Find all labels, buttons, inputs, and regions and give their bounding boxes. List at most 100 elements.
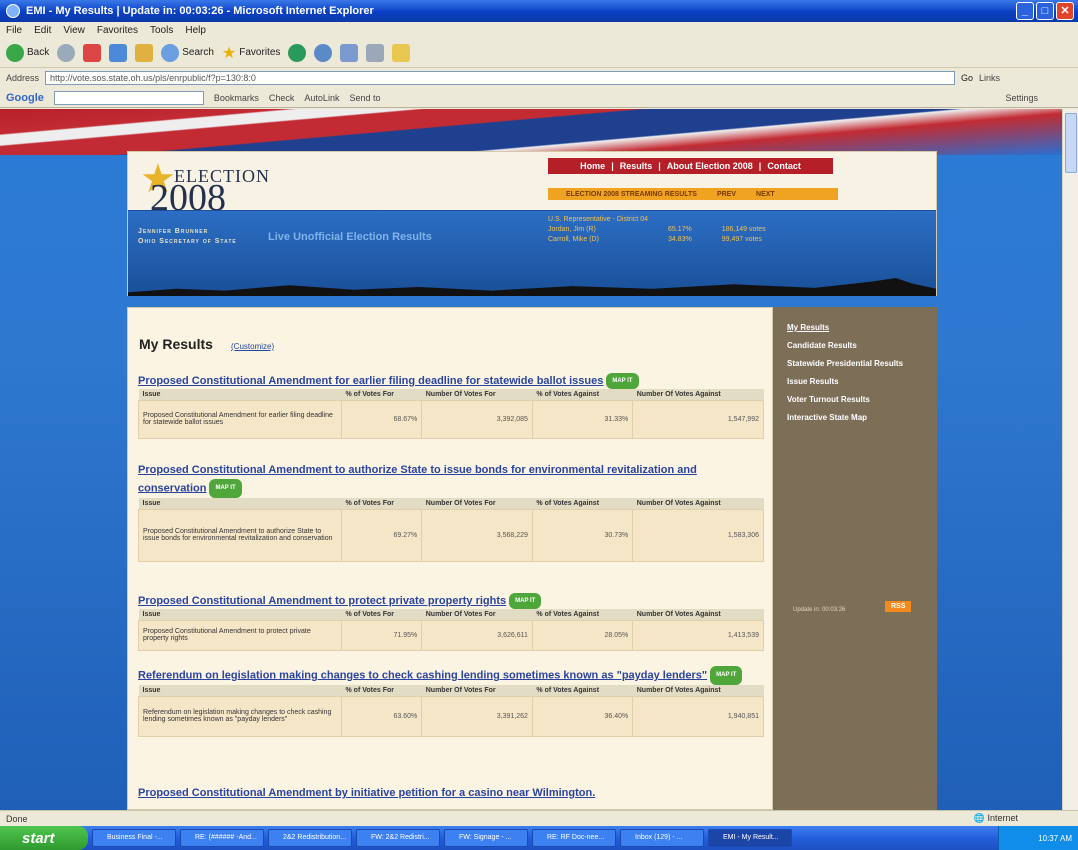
mail-icon xyxy=(340,43,359,62)
sidebar-state-map[interactable]: Interactive State Map xyxy=(773,409,937,427)
home-button[interactable] xyxy=(135,43,154,62)
issue-title-link[interactable]: Proposed Constitutional Amendment by ini… xyxy=(138,787,595,799)
address-input[interactable]: http://vote.sos.state.oh.us/pls/enrpubli… xyxy=(45,71,956,85)
close-button[interactable]: ✕ xyxy=(1056,2,1074,20)
page-title: My Results xyxy=(139,336,213,352)
nav-home[interactable]: Home xyxy=(580,161,605,171)
forward-button[interactable] xyxy=(57,43,76,62)
autolink-button[interactable]: AutoLink xyxy=(304,93,339,103)
history-button[interactable] xyxy=(314,43,333,62)
taskbar-item[interactable]: Inbox (129) - ... xyxy=(620,829,704,847)
sos-name: Jennifer Brunner xyxy=(138,228,209,235)
taskbar-item[interactable]: RE: RF Doc-nee... xyxy=(532,829,616,847)
map-it-button[interactable]: MAP IT xyxy=(606,373,639,389)
map-it-button[interactable]: MAP IT xyxy=(710,666,743,685)
taskbar: start Business Final -... RE: (###### -A… xyxy=(0,826,1078,850)
taskbar-item[interactable]: FW: Signage - ... xyxy=(444,829,528,847)
site-nav: Home | Results | About Election 2008 | Cont… xyxy=(548,158,833,174)
pct-for-cell: 68.67% xyxy=(340,399,423,439)
table-row: Referendum on legislation making changes… xyxy=(138,695,764,737)
sidebar-turnout-results[interactable]: Voter Turnout Results xyxy=(773,391,937,409)
taskbar-item[interactable]: Business Final -... xyxy=(92,829,176,847)
table-header: Issue % of Votes For Number Of Votes For… xyxy=(138,609,764,620)
sidebar-presidential-results[interactable]: Statewide Presidential Results xyxy=(773,355,937,373)
rss-button[interactable]: RSS xyxy=(885,601,912,612)
check-button[interactable]: Check xyxy=(269,93,295,103)
google-toolbar: Google Bookmarks Check AutoLink Send to … xyxy=(0,88,1078,108)
address-bar: Address http://vote.sos.state.oh.us/pls/… xyxy=(0,69,1078,87)
menu-file[interactable]: File xyxy=(6,25,22,36)
col-pct-for: % of Votes For xyxy=(341,389,422,400)
menu-favorites[interactable]: Favorites xyxy=(97,25,138,36)
ticker-prev[interactable]: PREV xyxy=(717,191,736,198)
page-viewport: ★ ELECTION 2008 Home | Results | About Ele… xyxy=(0,109,1062,810)
vertical-scrollbar[interactable] xyxy=(1062,109,1078,810)
issue-title-link[interactable]: Proposed Constitutional Amendment for ea… xyxy=(138,375,603,387)
pct-for-cell: 69.27% xyxy=(340,508,423,562)
links-button[interactable]: Links xyxy=(979,73,1000,83)
back-button[interactable]: Back xyxy=(6,43,49,62)
issue-title: Referendum on legislation making changes… xyxy=(138,666,764,685)
issue-title-link[interactable]: Proposed Constitutional Amendment to pro… xyxy=(138,595,506,607)
window-controls: _ □ ✕ xyxy=(1016,2,1074,20)
pct-for-cell: 71.95% xyxy=(340,619,423,651)
system-tray: 10:37 AM xyxy=(998,826,1078,850)
go-button[interactable]: Go xyxy=(961,73,973,83)
nav-about[interactable]: About Election 2008 xyxy=(667,161,753,171)
taskbar-item[interactable]: FW: 2&2 Redistri... xyxy=(356,829,440,847)
stop-icon xyxy=(83,43,102,62)
mail-button[interactable] xyxy=(340,43,359,62)
media-icon xyxy=(288,43,307,62)
media-button[interactable] xyxy=(288,43,307,62)
sendto-button[interactable]: Send to xyxy=(349,93,380,103)
ticker-label: ELECTION 2008 STREAMING RESULTS xyxy=(566,190,697,198)
bookmarks-button[interactable]: Bookmarks xyxy=(214,93,259,103)
sidebar-candidate-results[interactable]: Candidate Results xyxy=(773,337,937,355)
menu-bar: File Edit View Favorites Tools Help xyxy=(0,22,1078,38)
address-label: Address xyxy=(6,73,40,83)
map-it-button[interactable]: MAP IT xyxy=(209,479,242,498)
election-logo: ★ ELECTION 2008 xyxy=(140,156,280,219)
pct-against-cell: 31.33% xyxy=(531,399,634,439)
nav-contact[interactable]: Contact xyxy=(767,161,801,171)
customize-link[interactable]: (Customize) xyxy=(231,342,274,351)
back-arrow-icon xyxy=(6,43,24,62)
search-button[interactable]: Search xyxy=(161,43,214,62)
table-row: Proposed Constitutional Amendment to aut… xyxy=(138,508,764,562)
taskbar-item-active[interactable]: EMI - My Result... xyxy=(708,829,792,847)
menu-view[interactable]: View xyxy=(63,25,85,36)
nav-results[interactable]: Results xyxy=(620,161,653,171)
search-icon xyxy=(161,43,180,62)
skyline-silhouette xyxy=(128,278,936,296)
sidebar-my-results[interactable]: My Results xyxy=(773,319,937,337)
start-button[interactable]: start xyxy=(0,826,88,850)
pct-against-cell: 36.40% xyxy=(531,695,634,737)
google-logo: Google xyxy=(6,91,44,104)
sos-title: Ohio Secretary of State xyxy=(138,238,237,245)
maximize-button[interactable]: □ xyxy=(1036,2,1054,20)
sidebar-issue-results[interactable]: Issue Results xyxy=(773,373,937,391)
google-search-input[interactable] xyxy=(53,90,204,105)
google-settings-button[interactable]: Settings xyxy=(1005,93,1038,103)
favorites-button[interactable]: ★ Favorites xyxy=(222,43,280,63)
issue-block: Proposed Constitutional Amendment by ini… xyxy=(138,786,764,800)
scrollbar-thumb[interactable] xyxy=(1065,113,1077,173)
clock: 10:37 AM xyxy=(1038,833,1072,843)
menu-tools[interactable]: Tools xyxy=(150,25,173,36)
print-button[interactable] xyxy=(366,43,385,62)
stop-button[interactable] xyxy=(83,43,102,62)
issue-cell: Proposed Constitutional Amendment to pro… xyxy=(138,619,342,651)
menu-edit[interactable]: Edit xyxy=(34,25,51,36)
refresh-button[interactable] xyxy=(109,43,128,62)
taskbar-item[interactable]: RE: (###### -And... xyxy=(180,829,264,847)
menu-help[interactable]: Help xyxy=(185,25,206,36)
issue-block: Proposed Constitutional Amendment to aut… xyxy=(138,462,764,562)
print-icon xyxy=(366,43,385,62)
issue-title-link[interactable]: Referendum on legislation making changes… xyxy=(138,669,707,681)
folder-button[interactable] xyxy=(392,43,411,62)
map-it-button[interactable]: MAP IT xyxy=(509,593,542,609)
minimize-button[interactable]: _ xyxy=(1016,2,1034,20)
taskbar-item[interactable]: 2&2 Redistribution... xyxy=(268,829,352,847)
ticker-row: Jordan, Jim (R) 65.17% 186,149 votes xyxy=(548,226,766,233)
ticker-next[interactable]: NEXT xyxy=(756,191,775,198)
